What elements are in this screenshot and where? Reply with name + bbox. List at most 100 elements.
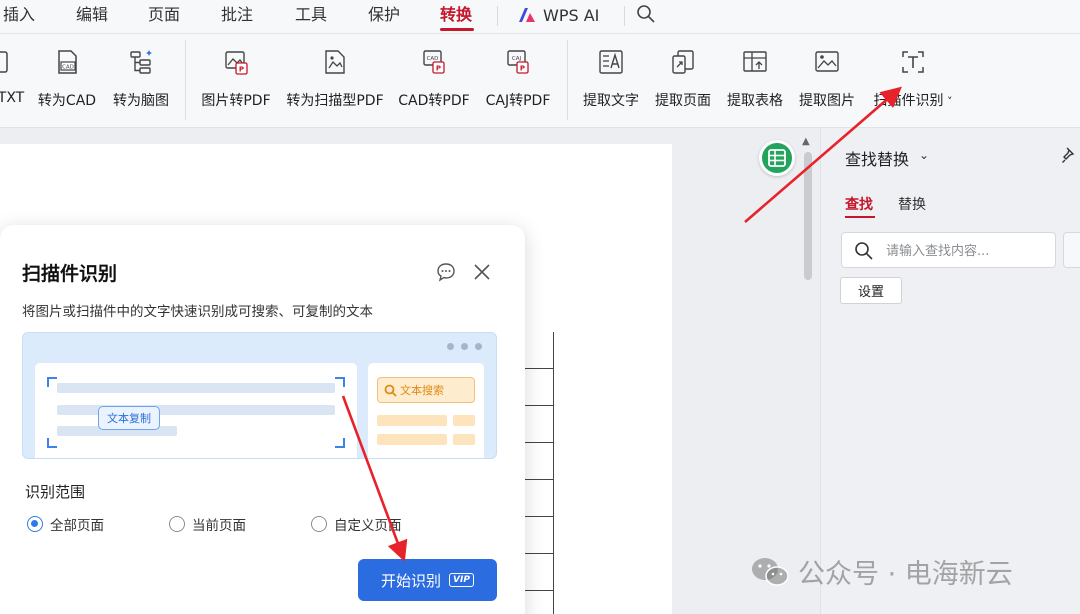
menu-insert[interactable]: 插入 [3, 0, 35, 30]
active-tab-indicator [440, 28, 474, 31]
ribbon-label: 转为CAD [37, 93, 97, 109]
range-label: 识别范围 [25, 483, 86, 501]
cad-icon: CAD [58, 50, 77, 74]
menu-protect[interactable]: 保护 [368, 0, 400, 30]
vertical-scrollbar[interactable] [804, 152, 812, 280]
table-app-icon[interactable] [759, 140, 795, 176]
scan-ocr-icon [902, 51, 924, 73]
close-icon[interactable] [472, 262, 492, 282]
chevron-down-icon: ˅ [943, 95, 953, 108]
wps-ai-label: WPS AI [543, 5, 600, 25]
svg-text:CAJ: CAJ [512, 56, 522, 62]
find-next-button[interactable] [1063, 232, 1080, 268]
ribbon-toolbar: TXT CAD 转为CAD 转为脑图 P 图片转PDF 转为扫描型PDF CAD… [0, 34, 1080, 128]
search-icon [855, 242, 873, 260]
pane-title[interactable]: 查找替换 [845, 146, 909, 170]
scroll-up-arrow-icon[interactable]: ▲ [802, 136, 810, 147]
ribbon-cad-to-pdf-button[interactable]: CAD P CAD转PDF [396, 44, 472, 122]
settings-button[interactable]: 设置 [840, 277, 902, 304]
start-button-label: 开始识别 [381, 571, 442, 590]
radio-button[interactable] [311, 516, 327, 532]
ribbon-label: 转为脑图 [113, 93, 169, 109]
radio-all-pages[interactable]: 全部页面 [27, 514, 104, 534]
menu-page[interactable]: 页面 [148, 0, 180, 30]
ribbon-scan-ocr-button[interactable]: 扫描件识别 ˅ [868, 44, 958, 122]
ribbon-image-to-pdf-button[interactable]: P 图片转PDF [198, 44, 274, 122]
watermark: 公众号 · 电海新云 [750, 552, 1013, 591]
chevron-down-icon[interactable]: ⌄ [919, 148, 929, 162]
svg-text:P: P [520, 65, 525, 73]
ribbon-to-txt-button[interactable]: TXT [0, 44, 28, 122]
feedback-icon[interactable] [436, 262, 456, 282]
ribbon-extract-page-button[interactable]: 提取页面 [652, 44, 714, 122]
vip-badge: VIP [449, 573, 474, 587]
ribbon-label: CAD转PDF [398, 93, 470, 109]
extract-table-icon [743, 51, 767, 72]
preview-search-tag: 文本搜索 [377, 377, 475, 403]
wechat-icon [752, 557, 789, 586]
radio-current-page[interactable]: 当前页面 [169, 514, 246, 534]
watermark-text: 公众号 · 电海新云 [798, 559, 1013, 590]
dialog-title: 扫描件识别 [22, 263, 118, 285]
find-search-input[interactable] [886, 241, 1046, 261]
tab-find[interactable]: 查找 [845, 194, 873, 214]
menu-comment[interactable]: 批注 [221, 0, 253, 30]
ribbon-label: 提取表格 [727, 93, 783, 109]
ribbon-extract-text-button[interactable]: 提取文字 [580, 44, 642, 122]
ribbon-to-cad-button[interactable]: CAD 转为CAD [36, 44, 98, 122]
caj-to-pdf-icon: CAJ P [507, 50, 529, 74]
wps-ai-button[interactable]: WPS AI [517, 0, 599, 30]
image-to-pdf-icon: P [225, 51, 248, 75]
search-icon [384, 384, 397, 397]
radio-button[interactable] [27, 516, 43, 532]
menu-divider [497, 6, 498, 26]
ribbon-label-text: 扫描件识别 [873, 93, 944, 109]
ribbon-divider [567, 40, 568, 120]
extract-text-icon [599, 50, 623, 74]
ribbon-label: CAJ转PDF [485, 93, 551, 109]
radio-custom-pages[interactable]: 自定义页面 [311, 514, 402, 534]
cad-to-pdf-icon: CAD P [423, 50, 445, 74]
menu-convert[interactable]: 转换 [440, 0, 472, 30]
search-icon[interactable] [636, 4, 656, 24]
find-search-box[interactable] [841, 232, 1056, 268]
ribbon-label: 扫描件识别 ˅ [874, 90, 953, 110]
menu-bar: 插入 编辑 页面 批注 工具 保护 转换 WPS AI [0, 0, 1080, 34]
preview-search-label: 文本搜索 [400, 384, 444, 397]
radio-button[interactable] [169, 516, 185, 532]
ribbon-label: 提取文字 [583, 93, 639, 109]
txt-icon [0, 51, 8, 73]
ribbon-extract-table-button[interactable]: 提取表格 [724, 44, 786, 122]
svg-text:CAD: CAD [427, 56, 439, 62]
mindmap-icon [130, 50, 152, 74]
menu-divider [624, 6, 625, 26]
radio-label: 全部页面 [50, 518, 104, 534]
ribbon-to-scan-pdf-button[interactable]: 转为扫描型PDF [283, 44, 387, 122]
pin-icon[interactable] [1061, 146, 1079, 164]
extract-page-icon [672, 50, 694, 74]
grid-icon [768, 149, 786, 167]
ribbon-extract-image-button[interactable]: 提取图片 [796, 44, 858, 122]
menu-tools[interactable]: 工具 [295, 0, 327, 30]
ribbon-to-mindmap-button[interactable]: 转为脑图 [110, 44, 172, 122]
feature-preview-illustration: 文本复制 文本搜索 [22, 332, 497, 459]
ribbon-label: TXT [0, 90, 25, 106]
svg-text:P: P [239, 66, 244, 74]
ribbon-caj-to-pdf-button[interactable]: CAJ P CAJ转PDF [481, 44, 555, 122]
extract-image-icon [815, 51, 839, 72]
preview-search-panel: 文本搜索 [368, 363, 484, 458]
ribbon-label: 转为扫描型PDF [286, 93, 384, 109]
scan-pdf-icon [325, 50, 345, 74]
dialog-description: 将图片或扫描件中的文字快速识别成可搜索、可复制的文本 [22, 304, 373, 320]
ribbon-label: 图片转PDF [201, 93, 271, 109]
svg-text:P: P [436, 65, 441, 73]
menu-edit[interactable]: 编辑 [76, 0, 108, 30]
scan-ocr-dialog: 扫描件识别 将图片或扫描件中的文字快速识别成可搜索、可复制的文本 文本复制 文本… [0, 225, 525, 614]
ribbon-divider [185, 40, 186, 120]
start-recognition-button[interactable]: 开始识别 VIP [358, 559, 497, 601]
wps-ai-icon [519, 8, 535, 22]
ribbon-label: 提取页面 [655, 93, 711, 109]
preview-copy-tag: 文本复制 [98, 406, 160, 430]
find-replace-pane: 查找替换 ⌄ 查找 替换 设置 [820, 128, 1080, 614]
tab-replace[interactable]: 替换 [898, 194, 926, 214]
